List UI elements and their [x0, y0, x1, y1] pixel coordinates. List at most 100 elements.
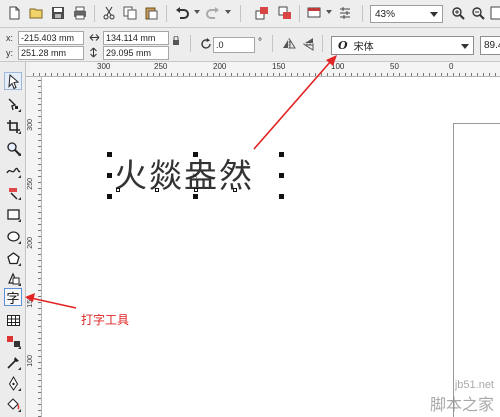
outline-pen-tool[interactable] — [4, 374, 22, 392]
zoom-tool[interactable] — [4, 139, 22, 157]
height-field[interactable]: 29.095 mm — [103, 46, 169, 60]
ruler-tick — [38, 368, 41, 369]
mirror-horizontal-icon[interactable] — [282, 37, 296, 51]
ruler-tick — [38, 260, 41, 261]
redo-dropdown-icon[interactable] — [225, 10, 231, 14]
lock-ratio-icon[interactable] — [172, 35, 180, 46]
zoom-in-icon[interactable] — [450, 5, 466, 21]
selection-handle[interactable] — [279, 152, 284, 157]
basic-shapes-tool[interactable] — [4, 269, 22, 287]
zoom-level-select[interactable]: 43% — [370, 5, 443, 23]
ellipse-tool[interactable] — [4, 227, 22, 245]
x-position-field[interactable]: -215.403 mm — [18, 31, 84, 45]
ruler-tick — [135, 73, 136, 76]
watermark: jb51.net 脚本之家 — [430, 379, 494, 415]
pick-tool[interactable] — [4, 72, 22, 90]
selection-handle[interactable] — [279, 194, 284, 199]
zoom-out-icon[interactable] — [470, 5, 486, 21]
selection-handle[interactable] — [279, 173, 284, 178]
ruler-tick — [38, 344, 41, 345]
ruler-tick — [447, 73, 448, 76]
cut-icon[interactable] — [101, 5, 117, 21]
character-node[interactable] — [194, 188, 198, 192]
property-bar: x: -215.403 mm y: 251.28 mm 134.114 mm 2… — [0, 28, 500, 62]
ruler-tick — [39, 73, 40, 76]
ruler-tick — [63, 73, 64, 76]
ruler-tick — [129, 73, 130, 76]
launcher-dropdown-icon[interactable] — [326, 10, 332, 14]
shape-tool[interactable] — [4, 95, 22, 113]
ruler-tick — [483, 73, 484, 76]
drawing-canvas[interactable]: 火燚盎然 × jb51.net 脚本之家 — [42, 77, 500, 417]
ruler-tick — [38, 392, 41, 393]
new-icon[interactable] — [6, 5, 22, 21]
import-icon[interactable] — [254, 5, 270, 21]
font-size-field[interactable]: 89.4 — [480, 36, 500, 55]
character-node[interactable] — [233, 188, 237, 192]
selection-handle[interactable] — [107, 194, 112, 199]
fill-tool[interactable] — [4, 395, 22, 413]
ruler-tick — [38, 128, 41, 129]
character-node[interactable] — [116, 188, 120, 192]
vertical-ruler[interactable]: 300 250 200 150 100 — [26, 77, 42, 417]
ruler-tick — [38, 170, 41, 171]
width-field[interactable]: 134.114 mm — [103, 31, 169, 45]
character-node[interactable] — [155, 188, 159, 192]
height-row: 29.095 mm — [89, 46, 169, 60]
rotation-field[interactable]: .0 — [213, 37, 255, 53]
ruler-label: 300 — [97, 62, 111, 71]
y-position-field[interactable]: 251.28 mm — [18, 46, 84, 60]
polygon-tool[interactable] — [4, 249, 22, 267]
freehand-tool[interactable] — [4, 161, 22, 179]
center-marker-icon[interactable]: × — [192, 171, 198, 182]
text-tool-glyph: 字 — [6, 291, 20, 307]
ruler-tick — [417, 73, 418, 76]
open-icon[interactable] — [28, 5, 44, 21]
horizontal-ruler[interactable]: 300 250 200 150 100 50 0 — [30, 62, 500, 77]
eyedropper-tool[interactable] — [4, 353, 22, 371]
ruler-tick — [267, 73, 268, 76]
ruler-tick — [177, 73, 178, 76]
text-tool[interactable]: 字 — [4, 288, 22, 307]
save-icon[interactable] — [50, 5, 66, 21]
ruler-tick — [38, 194, 41, 195]
ruler-label: 200 — [213, 62, 227, 71]
ruler-tick — [38, 98, 41, 99]
selection-handle[interactable] — [107, 152, 112, 157]
ruler-tick — [38, 308, 41, 309]
crop-tool[interactable] — [4, 117, 22, 135]
ruler-tick — [345, 73, 346, 76]
rectangle-tool[interactable] — [4, 205, 22, 223]
smart-fill-tool[interactable] — [4, 183, 22, 201]
ruler-tick — [87, 73, 88, 76]
ruler-tick — [38, 296, 41, 297]
font-family-select[interactable]: O 宋体 — [331, 36, 474, 55]
ruler-tick — [231, 73, 232, 76]
ruler-tick — [495, 73, 496, 76]
opentype-font-icon: O — [338, 39, 348, 52]
selection-handle[interactable] — [107, 173, 112, 178]
mirror-vertical-icon[interactable] — [302, 37, 316, 51]
paste-icon[interactable] — [143, 5, 159, 21]
ruler-tick — [303, 73, 304, 76]
export-icon[interactable] — [277, 5, 293, 21]
ruler-tick — [189, 73, 190, 76]
undo-icon[interactable] — [174, 5, 190, 21]
options-icon[interactable] — [337, 5, 353, 21]
redo-icon[interactable] — [205, 5, 221, 21]
selection-handle[interactable] — [193, 194, 198, 199]
rotation-value: .0 — [216, 40, 224, 50]
print-icon[interactable] — [72, 5, 88, 21]
ruler-tick — [38, 398, 41, 399]
blend-tool[interactable] — [4, 332, 22, 350]
selection-handle[interactable] — [193, 152, 198, 157]
ruler-tick — [38, 212, 41, 213]
ruler-tick — [38, 206, 41, 207]
table-tool[interactable] — [4, 311, 22, 329]
undo-dropdown-icon[interactable] — [194, 10, 200, 14]
copy-icon[interactable] — [122, 5, 138, 21]
launcher-icon[interactable] — [306, 5, 322, 21]
ruler-tick — [357, 73, 358, 76]
ruler-tick — [38, 224, 41, 225]
zoom-page-icon[interactable] — [488, 5, 500, 21]
